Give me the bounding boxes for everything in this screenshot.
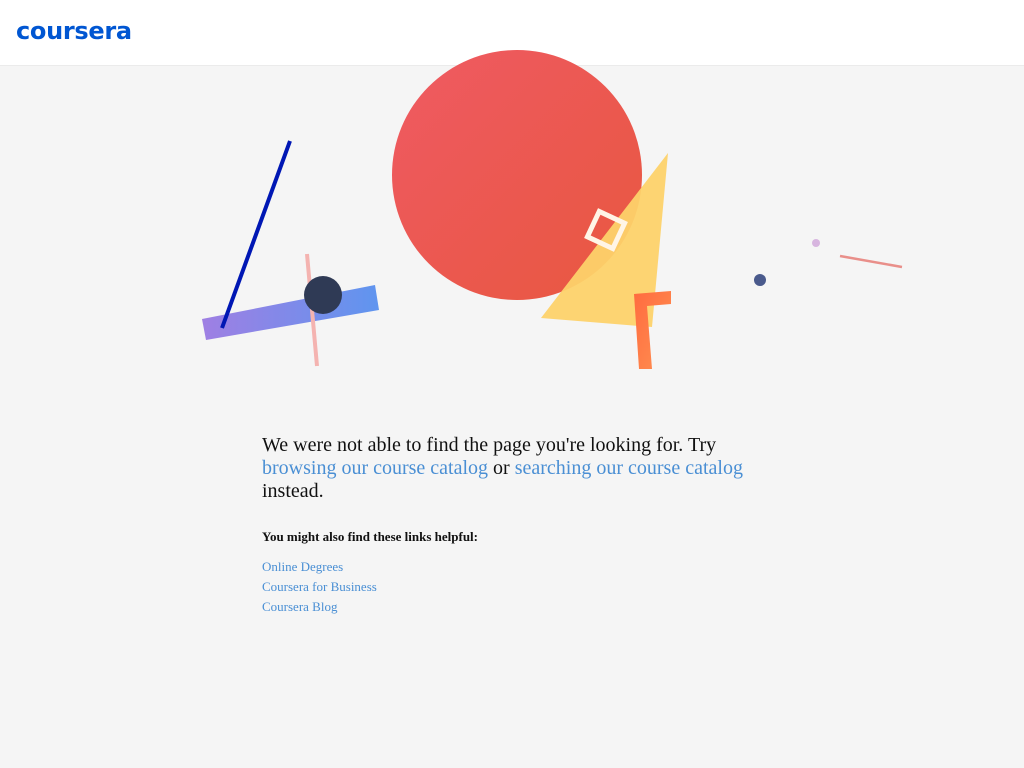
navy-ball-shape xyxy=(304,276,342,314)
browse-catalog-link[interactable]: browsing our course catalog xyxy=(262,457,488,479)
message-tail: instead. xyxy=(262,480,324,502)
coursera-blog-link[interactable]: Coursera Blog xyxy=(262,599,337,614)
helpful-links-list: Online Degrees Coursera for Business Cou… xyxy=(262,557,762,617)
tiny-lilac-dot-shape xyxy=(812,239,820,247)
helpful-links-heading: You might also find these links helpful: xyxy=(262,529,478,544)
gradient-bar-shape xyxy=(202,285,379,340)
hollow-square-shape xyxy=(584,208,628,252)
coursera-for-business-link[interactable]: Coursera for Business xyxy=(262,579,377,594)
blue-stick-shape xyxy=(220,140,292,329)
salmon-line-shape xyxy=(839,254,903,269)
red-circle-shape xyxy=(392,50,642,300)
not-found-message: We were not able to find the page you're… xyxy=(262,434,762,503)
search-catalog-link[interactable]: searching our course catalog xyxy=(515,457,743,479)
online-degrees-link[interactable]: Online Degrees xyxy=(262,559,343,574)
list-item: Coursera Blog xyxy=(262,597,762,617)
orange-bracket-shape xyxy=(634,291,671,369)
error-content: We were not able to find the page you're… xyxy=(262,434,762,617)
small-navy-dot-shape xyxy=(754,274,766,286)
site-header: coursera xyxy=(0,0,1024,65)
list-item: Online Degrees xyxy=(262,557,762,577)
message-connector: or xyxy=(488,457,515,479)
message-lead: We were not able to find the page you're… xyxy=(262,434,717,456)
yellow-triangle-shape xyxy=(541,153,668,327)
pink-stick-shape xyxy=(305,253,319,367)
list-item: Coursera for Business xyxy=(262,577,762,597)
coursera-logo[interactable]: coursera xyxy=(16,17,132,45)
